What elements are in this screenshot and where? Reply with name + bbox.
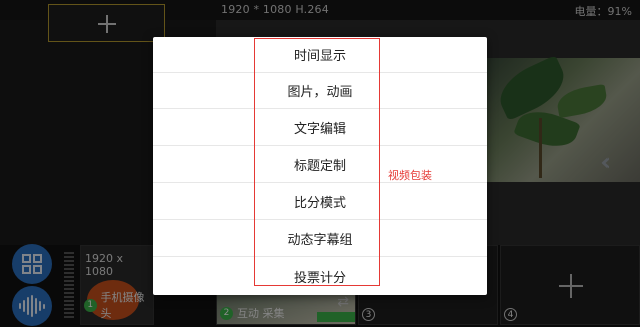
menu-item-dynamic-subtitles[interactable]: 动态字幕组	[153, 221, 487, 257]
menu-item-title-custom[interactable]: 标题定制	[153, 147, 487, 183]
menu-item-image-animation[interactable]: 图片，动画	[153, 73, 487, 109]
annotation-label: 视频包装	[388, 169, 432, 182]
menu-item-time-display[interactable]: 时间显示	[153, 37, 487, 73]
menu-item-vote-scoring[interactable]: 投票计分	[153, 258, 487, 294]
menu-item-score-mode[interactable]: 比分模式	[153, 184, 487, 220]
menu-item-text-edit[interactable]: 文字编辑	[153, 110, 487, 146]
video-overlay-menu: 时间显示 图片，动画 文字编辑 标题定制 比分模式 动态字幕组 投票计分	[153, 37, 487, 295]
